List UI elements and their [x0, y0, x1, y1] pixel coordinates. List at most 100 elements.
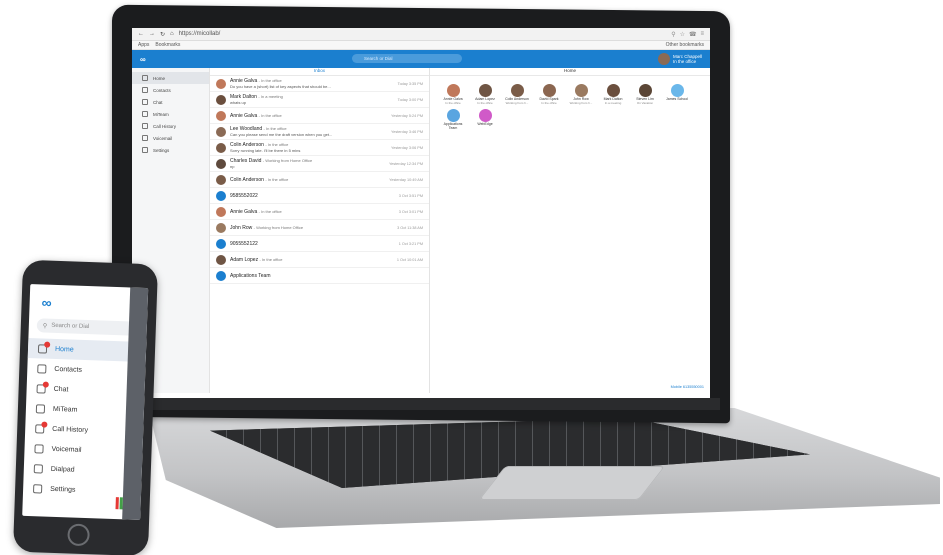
other-bookmarks[interactable]: Other bookmarks — [666, 42, 704, 48]
avatar — [216, 254, 226, 265]
message-preview: whats up — [230, 100, 247, 105]
favorite-tile[interactable]: James School — [664, 84, 690, 105]
favorite-tile[interactable]: Steven Lim On Vacation — [632, 84, 658, 105]
sidebar-item-label: Contacts — [153, 87, 171, 93]
timestamp: Yesterday 3:06 PM — [391, 145, 423, 150]
inbox-row[interactable]: Colin Anderson - In the office Yesterday … — [210, 172, 429, 188]
favorite-tile[interactable]: Colin Anderson Working from h... — [504, 84, 530, 105]
inbox-row[interactable]: Colin Anderson - In the office Sorry runn… — [210, 140, 429, 156]
laptop-trackpad — [478, 466, 666, 500]
inbox-row[interactable]: Adam Lopez - In the office 1 Oct 10:01 AM — [210, 252, 429, 268]
apps-bookmark[interactable]: Apps — [138, 42, 149, 48]
inbox-row[interactable]: Charles David - Working from Home Office… — [210, 156, 429, 172]
presence-status: - Working from Home Office — [253, 224, 304, 230]
notification-badge — [42, 380, 49, 388]
contact-name: Colin Anderson - In the office — [230, 176, 289, 183]
timestamp: Today 3:00 PM — [397, 97, 423, 102]
timestamp: 1 Oct 10:01 AM — [396, 257, 423, 262]
search-input[interactable]: Search or Dial — [352, 54, 462, 63]
favorite-tile[interactable]: David Spark In the office — [536, 84, 562, 105]
favorite-tile[interactable]: John Row Working from h... — [568, 84, 594, 105]
search-icon[interactable]: ⚲ — [671, 31, 675, 38]
inbox-row-texts: Lee Woodland - In the office Can you plea… — [230, 126, 387, 137]
message-preview: Do you have a (short) list of key aspect… — [230, 84, 331, 89]
sidebar-item-contacts[interactable]: Contacts — [132, 84, 209, 96]
home-title: Home — [430, 68, 710, 76]
tile-status: Working from h... — [569, 101, 593, 105]
sidebar-item-chat[interactable]: Chat — [132, 96, 209, 108]
sidebar-item-call-history[interactable]: Call History — [132, 120, 209, 132]
bookmarks-bookmark[interactable]: Bookmarks — [155, 42, 180, 48]
inbox-row[interactable]: Lee Woodland - In the office Can you plea… — [210, 124, 429, 140]
phone-icon[interactable]: ☎ — [689, 31, 696, 38]
phone-nav-label: Voicemail — [51, 445, 82, 454]
contacts-icon — [37, 363, 47, 374]
favorite-tile[interactable]: WebEdge — [472, 109, 498, 130]
sidebar-item-settings[interactable]: Settings — [132, 144, 209, 156]
presence-status: - In the office — [258, 112, 282, 118]
phone-home-button[interactable] — [67, 523, 90, 547]
browser-toolbar: ← → ↻ ⌂ https://micollab/ ⚲ ☆ ☎ ≡ — [132, 28, 710, 41]
inbox-row-texts: Charles David - Working from Home Office… — [230, 158, 385, 169]
inbox-panel: Inbox Annie Galva - In the office Do you … — [210, 68, 430, 393]
gear-icon — [142, 147, 148, 153]
forward-icon[interactable]: → — [149, 31, 155, 37]
inbox-row-texts: Annie Galva - In the office — [230, 209, 395, 215]
inbox-row-texts: Adam Lopez - In the office — [230, 257, 393, 263]
avatar — [446, 109, 460, 122]
inbox-row[interactable]: Annie Galva - In the office 3 Oct 3:01 PM — [210, 204, 429, 220]
favorite-tile[interactable]: Annie Galva In the office — [440, 84, 466, 105]
inbox-row[interactable]: Applications Team — [210, 268, 429, 284]
sidebar-item-label: Call History — [153, 123, 177, 129]
sidebar-item-label: Chat — [153, 99, 163, 105]
home-icon[interactable]: ⌂ — [170, 31, 174, 37]
call-history-icon — [142, 123, 148, 129]
inbox-row[interactable]: John Row - Working from Home Office 3 Oct… — [210, 220, 429, 236]
home-icon — [37, 341, 51, 354]
user-presence[interactable]: Marc Chappell In the office — [657, 53, 702, 65]
contact-name: Annie Galva - In the office — [230, 112, 282, 119]
back-icon[interactable]: ← — [138, 31, 144, 37]
inbox-row[interactable]: Annie Galva - In the office Do you have a… — [210, 76, 429, 92]
inbox-row[interactable]: 9585552022 3 Oct 3:51 PM — [210, 188, 429, 204]
inbox-row[interactable]: Mark Dalton - In a meeting whats up Today … — [210, 92, 429, 108]
app-header: ∞ Search or Dial Marc Chappell In the of… — [132, 50, 710, 68]
inbox-row[interactable]: Annie Galva - In the office Yesterday 5:2… — [210, 108, 429, 124]
tile-status: Working from h... — [505, 101, 529, 105]
avatar — [478, 109, 492, 122]
avatar — [510, 84, 524, 97]
bookmarks-bar: Apps Bookmarks Other bookmarks — [132, 41, 710, 50]
favorite-tile[interactable]: Adam Lopez In the office — [472, 84, 498, 105]
inbox-row-texts: Applications Team — [230, 273, 419, 279]
message-preview: Sorry running late. I'll be there in 5 m… — [230, 148, 301, 153]
tile-name: James School — [666, 97, 688, 101]
reload-icon[interactable]: ↻ — [160, 31, 165, 38]
favorite-tile[interactable]: Mark Dalton In a meeting — [600, 84, 626, 105]
sidebar-item-voicemail[interactable]: Voicemail — [132, 132, 209, 144]
avatar — [216, 110, 226, 121]
menu-icon[interactable]: ≡ — [700, 31, 704, 38]
star-icon[interactable]: ☆ — [680, 31, 685, 38]
timestamp: 3 Oct 3:51 PM — [398, 193, 423, 198]
phone-search-input[interactable]: ⚲ Search or Dial — [36, 318, 140, 336]
tile-name: Applications Team — [443, 122, 463, 130]
timestamp: Yesterday 3:46 PM — [391, 129, 423, 134]
presence-status: - Working from Home Office — [262, 158, 313, 163]
sidebar-item-miteam[interactable]: MiTeam — [132, 108, 209, 120]
tile-status: In the office — [445, 101, 461, 105]
contact-name: 9585552022 — [230, 192, 258, 199]
message-preview: Can you please send me the draft version… — [230, 132, 333, 137]
avatar — [216, 206, 226, 217]
app-body: Home Contacts Chat MiTeam Call History V… — [132, 68, 710, 393]
inbox-row[interactable]: 9055552122 1 Oct 3:21 PM — [210, 236, 429, 252]
favorite-tile[interactable]: Applications Team — [440, 109, 466, 130]
avatar — [446, 84, 460, 97]
chat-icon — [142, 99, 148, 105]
contact-name: John Row - Working from Home Office — [230, 224, 304, 231]
sidebar-item-label: Settings — [153, 147, 170, 153]
laptop-chin — [120, 398, 720, 410]
search-icon: ⚲ — [42, 322, 48, 330]
sidebar-item-home[interactable]: Home — [132, 72, 209, 84]
search-placeholder: Search or Dial — [364, 56, 393, 61]
address-bar[interactable]: https://micollab/ — [179, 31, 221, 37]
